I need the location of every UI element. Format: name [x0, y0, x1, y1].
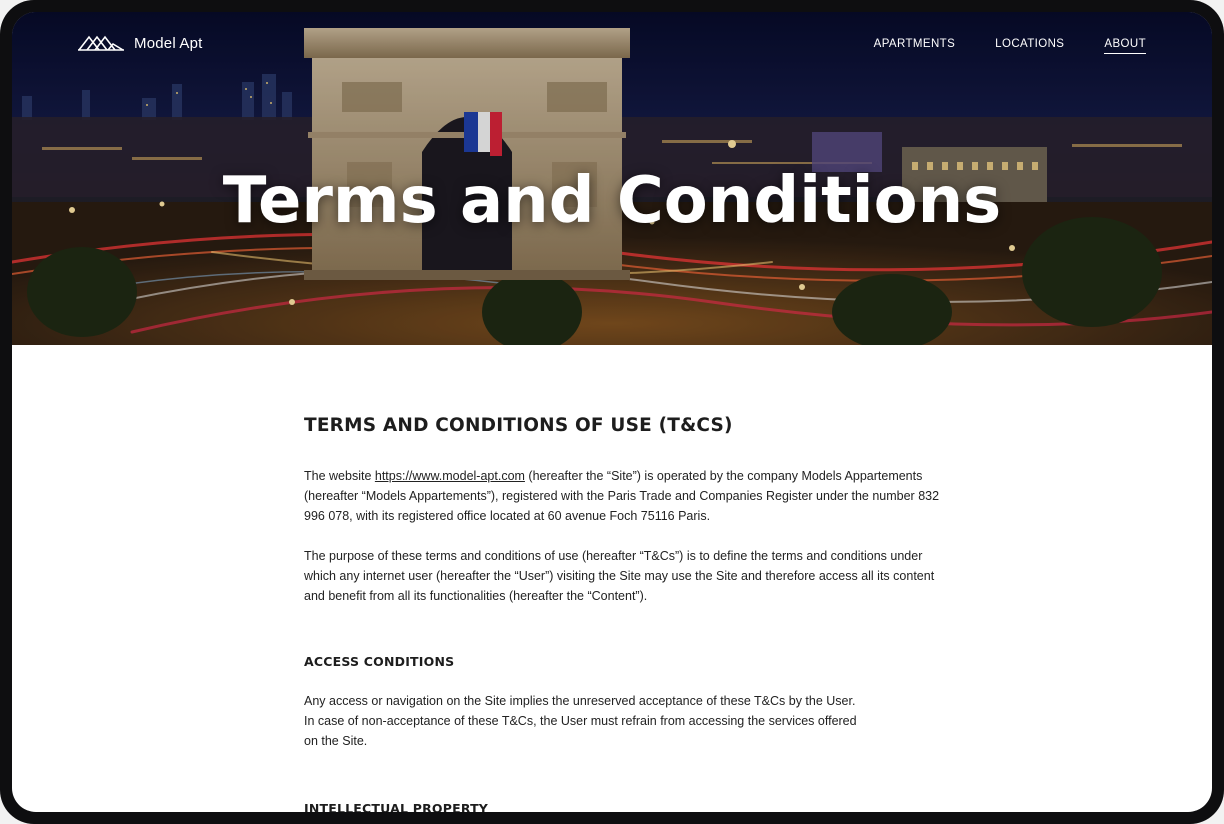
brand-name: Model Apt	[134, 34, 203, 52]
section-title-access-conditions: ACCESS CONDITIONS	[304, 654, 455, 669]
intro-paragraph: The website https://www.model-apt.com (h…	[304, 466, 944, 526]
access-line-1: Any access or navigation on the Site imp…	[304, 694, 856, 708]
nav-about-link[interactable]: ABOUT	[1104, 38, 1146, 54]
browser-viewport: Model Apt APARTMENTS LOCATIONS ABOUT Ter…	[12, 12, 1212, 812]
device-frame: Model Apt APARTMENTS LOCATIONS ABOUT Ter…	[0, 0, 1224, 824]
website-link[interactable]: https://www.model-apt.com	[375, 469, 525, 483]
nav-links: APARTMENTS LOCATIONS ABOUT	[874, 38, 1146, 54]
terms-content: TERMS AND CONDITIONS OF USE (T&CS) The w…	[304, 345, 944, 812]
mountain-logo-icon	[78, 34, 124, 52]
intro-text-before-link: The website	[304, 469, 375, 483]
nav-locations-link[interactable]: LOCATIONS	[995, 38, 1064, 54]
hero-title: Terms and Conditions	[222, 164, 1002, 238]
section-title-intellectual-property: INTELLECTUAL PROPERTY	[304, 801, 489, 812]
purpose-paragraph: The purpose of these terms and condition…	[304, 549, 935, 603]
hero-banner: Model Apt APARTMENTS LOCATIONS ABOUT Ter…	[12, 12, 1212, 345]
document-title: TERMS AND CONDITIONS OF USE (T&CS)	[304, 415, 733, 436]
access-conditions-paragraph: Any access or navigation on the Site imp…	[304, 691, 944, 751]
nav-apartments-link[interactable]: APARTMENTS	[874, 38, 956, 54]
access-line-3: on the Site.	[304, 734, 368, 748]
access-line-2: In case of non-acceptance of these T&Cs,…	[304, 714, 857, 728]
top-navigation: Model Apt APARTMENTS LOCATIONS ABOUT	[12, 12, 1212, 82]
brand-home-link[interactable]: Model Apt	[78, 34, 203, 52]
